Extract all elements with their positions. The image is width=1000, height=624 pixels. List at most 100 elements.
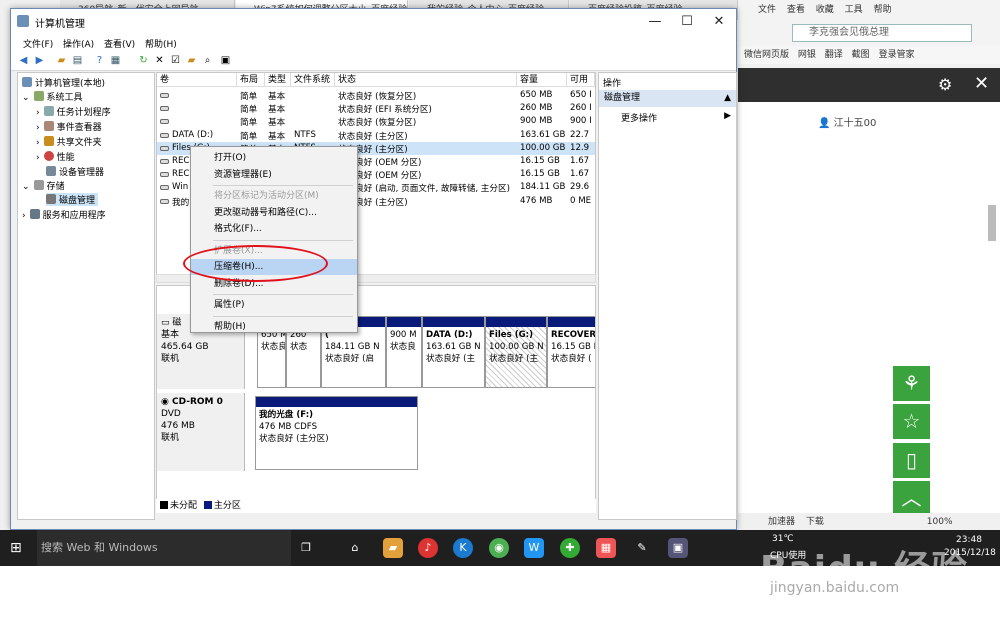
k-app-icon[interactable]: K — [453, 538, 473, 558]
context-menu-item[interactable]: 打开(O) — [191, 150, 357, 166]
back-icon[interactable]: ◀ — [17, 54, 30, 67]
favorite-item[interactable]: 翻译 — [825, 50, 843, 60]
open-folder-icon[interactable]: ▰ — [185, 54, 198, 67]
settings-icon[interactable]: ▣ — [219, 54, 232, 67]
column-header-volume[interactable]: 卷 — [157, 73, 237, 87]
table-row[interactable]: 简单 基本 状态良好 (恢复分区) 900 MB 900 I — [157, 115, 595, 128]
table-row[interactable]: 简单 基本 状态良好 (EFI 系统分区) 260 MB 260 I — [157, 102, 595, 115]
favorite-item[interactable]: 截图 — [852, 50, 870, 60]
minimize-button[interactable]: — — [639, 9, 671, 35]
computer-management-icon[interactable]: ▣ — [668, 538, 688, 558]
tree-item-shared-folders[interactable]: › 共享文件夹 — [36, 135, 102, 148]
menu-file[interactable]: 文件(F) — [23, 37, 53, 50]
disk0-partition[interactable]: 900 M 状态良 — [386, 316, 422, 388]
refresh-icon[interactable]: ↻ — [137, 54, 150, 67]
tree-item-device-manager[interactable]: 设备管理器 — [46, 165, 104, 178]
tree-item-performance[interactable]: › 性能 — [36, 150, 75, 163]
app-grid-icon[interactable]: ▦ — [596, 538, 616, 558]
context-menu-item[interactable]: 资源管理器(E) — [191, 167, 357, 183]
help-icon[interactable]: ? — [93, 54, 106, 67]
music-app-icon[interactable]: ♪ — [418, 538, 438, 558]
column-header-layout[interactable]: 布局 — [237, 73, 265, 87]
chevron-right-icon[interactable]: › — [36, 153, 40, 163]
disk0-partition[interactable]: DATA (D:) 163.61 GB N 状态良好 (主 — [422, 316, 485, 388]
taskbar-search[interactable]: 搜索 Web 和 Windows — [37, 530, 291, 566]
more-actions[interactable]: 更多操作 ▶ — [621, 111, 731, 124]
close-icon[interactable]: ✕ — [974, 73, 989, 94]
tree-item-storage[interactable]: ⌄ 存储 — [22, 179, 65, 192]
table-row[interactable]: DATA (D:) 简单 基本 NTFS 状态良好 (主分区) 163.61 GB 22.7 — [157, 129, 595, 142]
forward-icon[interactable]: ▶ — [33, 54, 46, 67]
page-scrollbar[interactable] — [988, 205, 996, 241]
chevron-down-icon[interactable]: ⌄ — [22, 182, 30, 192]
browser-menu-item[interactable]: 文件 — [758, 5, 776, 15]
home-icon[interactable]: ⌂ — [345, 538, 365, 558]
properties-icon[interactable]: ▦ — [109, 54, 122, 67]
search-icon[interactable]: ⌕ — [201, 54, 214, 67]
windows-start-icon[interactable]: ⊞ — [10, 540, 22, 556]
delete-icon[interactable]: ✕ — [153, 54, 166, 67]
paint-icon[interactable]: ✎ — [632, 538, 652, 558]
w-app-icon[interactable]: W — [524, 538, 544, 558]
table-row[interactable]: 简单 基本 状态良好 (恢复分区) 650 MB 650 I — [157, 89, 595, 102]
up-folder-icon[interactable]: ▰ — [55, 54, 68, 67]
browser-search-input[interactable]: 李克强会见俄总理 — [792, 24, 972, 42]
menu-action[interactable]: 操作(A) — [63, 37, 94, 50]
bookmark-icon[interactable]: ▯ — [893, 443, 930, 478]
browser-menu-item[interactable]: 工具 — [845, 5, 863, 15]
context-menu-item[interactable]: 格式化(F)... — [191, 221, 357, 237]
column-header-type[interactable]: 类型 — [265, 73, 291, 87]
chevron-right-icon[interactable]: › — [36, 123, 40, 133]
cdrom-info[interactable]: ◉ CD-ROM 0 DVD 476 MB 联机 — [157, 393, 245, 471]
up-arrow-icon[interactable]: ︿ — [893, 481, 930, 516]
file-explorer-icon[interactable]: ▰ — [383, 538, 403, 558]
checklist-icon[interactable]: ☑ — [169, 54, 182, 67]
tree-item-disk-management[interactable]: 磁盘管理 — [46, 193, 99, 206]
task-view-icon[interactable]: ❐ — [296, 538, 316, 558]
menu-help[interactable]: 帮助(H) — [145, 37, 177, 50]
column-header-free[interactable]: 可用 — [567, 73, 595, 87]
chevron-right-icon[interactable]: › — [36, 138, 40, 148]
disk0-partition[interactable]: RECOVER 16.15 GB N 状态良好 ( — [547, 316, 595, 388]
table-cell: 状态良好 (主分区) — [338, 197, 408, 208]
column-header-filesystem[interactable]: 文件系统 — [291, 73, 335, 87]
chevron-right-icon[interactable]: › — [22, 211, 26, 221]
favorite-item[interactable]: 微信网页版 — [744, 50, 789, 60]
collapse-icon[interactable]: ▲ — [724, 90, 731, 107]
star-icon[interactable]: ☆ — [893, 404, 930, 439]
zoom-level[interactable]: 100% — [927, 517, 953, 527]
disk0-partition[interactable]: Files (G:) 100.00 GB N 状态良好 (主 — [485, 316, 547, 388]
tree-item-task-scheduler[interactable]: › 任务计划程序 — [36, 105, 111, 118]
download-button[interactable]: 下载 — [806, 517, 824, 527]
tree-item-event-viewer[interactable]: › 事件查看器 — [36, 120, 102, 133]
menu-view[interactable]: 查看(V) — [104, 37, 135, 50]
browser-menu-item[interactable]: 帮助 — [874, 5, 892, 15]
browser-menu-item[interactable]: 收藏 — [816, 5, 834, 15]
column-header-status[interactable]: 状态 — [335, 73, 517, 87]
accelerator-button[interactable]: 加速器 — [768, 517, 795, 527]
favorite-item[interactable]: 网银 — [798, 50, 816, 60]
share-icon[interactable]: ⚘ — [893, 366, 930, 401]
chat-app-icon[interactable]: ◉ — [489, 538, 509, 558]
show-tree-icon[interactable]: ▤ — [71, 54, 84, 67]
tree-item-computer-management[interactable]: 计算机管理(本地) — [22, 76, 105, 89]
user-name[interactable]: 👤 江十五00 — [818, 114, 876, 129]
tree-item-system-tools[interactable]: ⌄ 系统工具 — [22, 90, 83, 103]
close-button[interactable]: ✕ — [703, 9, 735, 35]
maximize-button[interactable]: ☐ — [671, 9, 703, 35]
context-menu-item[interactable]: 属性(P) — [191, 297, 357, 313]
chevron-right-icon[interactable]: › — [36, 108, 40, 118]
actions-section-disk-management[interactable]: 磁盘管理 ▲ — [599, 90, 736, 107]
browser-360-icon[interactable]: ✚ — [560, 538, 580, 558]
chevron-down-icon[interactable]: ⌄ — [22, 93, 30, 103]
browser-menu-item[interactable]: 查看 — [787, 5, 805, 15]
tree-item-services[interactable]: › 服务和应用程序 — [22, 208, 106, 221]
context-menu-item[interactable]: 将分区标记为活动分区(M) — [191, 188, 357, 204]
column-header-capacity[interactable]: 容量 — [517, 73, 567, 87]
folder-icon — [43, 136, 54, 146]
context-menu-item[interactable]: 更改驱动器号和路径(C)... — [191, 205, 357, 221]
cdrom-partition[interactable]: 我的光盘 (F:) 476 MB CDFS 状态良好 (主分区) — [255, 396, 418, 470]
context-menu-item[interactable]: 帮助(H) — [191, 319, 357, 335]
favorite-item[interactable]: 登录管家 — [879, 50, 915, 60]
gear-icon[interactable]: ⚙ — [938, 75, 952, 94]
